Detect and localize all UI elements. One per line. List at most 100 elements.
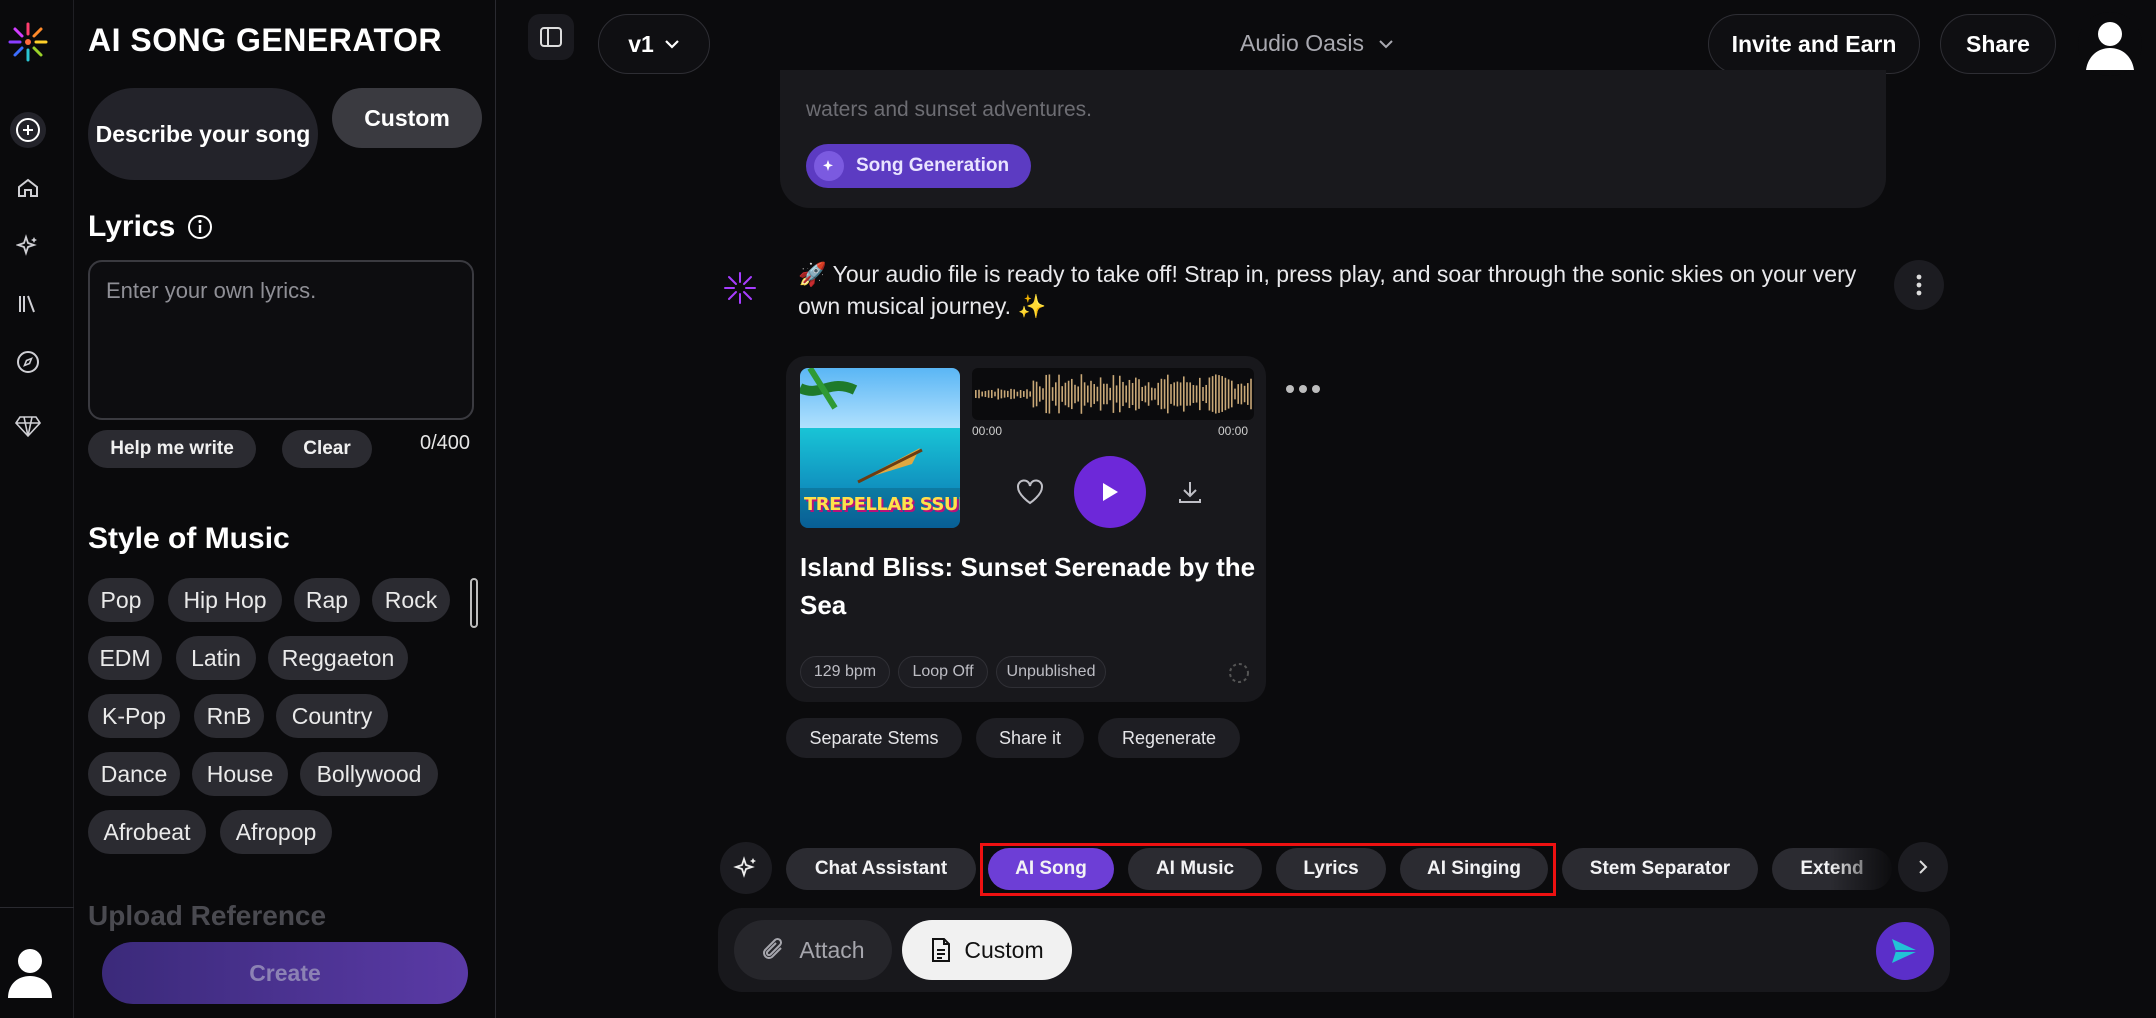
waveform-bar bbox=[1243, 385, 1246, 403]
invite-earn-button[interactable]: Invite and Earn bbox=[1708, 14, 1920, 74]
tool-stem-separator[interactable]: Stem Separator bbox=[1562, 848, 1758, 890]
tool-chat-assistant[interactable]: Chat Assistant bbox=[786, 848, 976, 890]
style-chip[interactable]: Dance bbox=[88, 752, 180, 796]
waveform-bar bbox=[1205, 384, 1207, 404]
bpm-tag: 129 bpm bbox=[800, 656, 890, 688]
waveform-bar bbox=[1202, 387, 1204, 401]
premium-diamond-icon[interactable] bbox=[10, 408, 46, 444]
waveform-bar bbox=[1199, 377, 1201, 411]
waveform-bar bbox=[997, 388, 999, 400]
conversation-title-dropdown[interactable]: Audio Oasis bbox=[1240, 30, 1394, 57]
highlight-box bbox=[980, 843, 1556, 896]
share-button[interactable]: Share bbox=[1940, 14, 2056, 74]
style-chip[interactable]: Pop bbox=[88, 578, 154, 622]
song-title[interactable]: Island Bliss: Sunset Serenade by the Sea bbox=[800, 548, 1260, 624]
waveform-bar bbox=[1237, 384, 1239, 404]
download-icon bbox=[1179, 482, 1201, 503]
waveform-bar bbox=[1163, 379, 1166, 409]
play-button[interactable] bbox=[1074, 456, 1146, 528]
style-list-scrollbar[interactable] bbox=[470, 578, 478, 628]
waveform-bar bbox=[1035, 381, 1038, 407]
waveform-bar bbox=[1192, 385, 1195, 403]
song-generation-chip[interactable]: Song Generation bbox=[806, 144, 1032, 188]
send-button[interactable] bbox=[1876, 922, 1934, 980]
attach-button[interactable]: Attach bbox=[734, 920, 892, 980]
song-more-options-button[interactable] bbox=[1286, 374, 1326, 404]
sparkle-icon bbox=[814, 151, 844, 181]
style-chip[interactable]: Rock bbox=[372, 578, 450, 622]
waveform-bar bbox=[1000, 389, 1003, 399]
style-chip[interactable]: Latin bbox=[176, 636, 256, 680]
create-button[interactable]: Create bbox=[102, 942, 468, 1004]
regenerate-button[interactable]: Regenerate bbox=[1098, 718, 1240, 758]
style-chip[interactable]: Country bbox=[276, 694, 388, 738]
logo-icon[interactable] bbox=[6, 20, 50, 64]
custom-mode-button[interactable]: Custom bbox=[902, 920, 1072, 980]
home-icon[interactable] bbox=[10, 170, 46, 206]
waveform-bar bbox=[1170, 384, 1172, 404]
waveform-bar bbox=[1183, 376, 1185, 412]
separate-stems-button[interactable]: Separate Stems bbox=[786, 718, 962, 758]
waveform-bar bbox=[1007, 390, 1009, 398]
audio-waveform[interactable] bbox=[972, 368, 1254, 420]
help-me-write-button[interactable]: Help me write bbox=[88, 430, 256, 468]
waveform-bar bbox=[1016, 391, 1019, 397]
tab-describe-song[interactable]: Describe your song bbox=[88, 88, 318, 180]
waveform-bar bbox=[1119, 375, 1121, 413]
message-composer[interactable]: Attach Custom bbox=[718, 908, 1950, 992]
waveform-bar bbox=[1029, 391, 1031, 397]
cover-text: TREPELLAB SSUNG bbox=[804, 494, 960, 515]
waveform-bar bbox=[1083, 382, 1086, 406]
download-button[interactable] bbox=[1170, 456, 1210, 528]
version-selector[interactable]: v1 bbox=[598, 14, 710, 74]
lyrics-title: Lyrics bbox=[88, 210, 176, 243]
share-it-button[interactable]: Share it bbox=[976, 718, 1084, 758]
explore-compass-icon[interactable] bbox=[10, 344, 46, 380]
waveform-bar bbox=[1138, 379, 1140, 409]
loop-tag[interactable]: Loop Off bbox=[898, 656, 988, 688]
dot bbox=[1312, 385, 1320, 393]
waveform-bar bbox=[1087, 385, 1089, 403]
waveform-bar bbox=[1080, 374, 1083, 414]
library-icon[interactable] bbox=[10, 286, 46, 322]
profile-avatar-icon[interactable] bbox=[6, 946, 54, 998]
send-icon bbox=[1892, 939, 1918, 963]
tools-next-button[interactable] bbox=[1898, 842, 1948, 892]
style-chip[interactable]: Rap bbox=[294, 578, 360, 622]
time-total: 00:00 bbox=[1218, 424, 1249, 438]
info-icon[interactable] bbox=[187, 214, 213, 240]
style-chip[interactable]: Hip Hop bbox=[168, 578, 282, 622]
new-chat-icon[interactable] bbox=[10, 112, 46, 148]
sidebar-panel-icon bbox=[540, 27, 562, 47]
app-root: AI SONG GENERATOR Describe your song Cus… bbox=[0, 0, 2156, 1018]
waveform-bar bbox=[1010, 388, 1012, 400]
like-button[interactable] bbox=[1010, 456, 1050, 528]
song-cover-image[interactable]: TREPELLAB SSUNG bbox=[800, 368, 960, 528]
tab-custom[interactable]: Custom bbox=[332, 88, 482, 148]
waveform-bar bbox=[1240, 383, 1243, 405]
style-chip[interactable]: Reggaeton bbox=[268, 636, 408, 680]
sparkles-icon[interactable] bbox=[10, 228, 46, 264]
waveform-bar bbox=[1215, 374, 1217, 414]
waveform-bar bbox=[994, 391, 996, 397]
style-chip[interactable]: Bollywood bbox=[300, 752, 438, 796]
style-chip[interactable]: EDM bbox=[88, 636, 162, 680]
publish-status-tag[interactable]: Unpublished bbox=[996, 656, 1106, 688]
user-avatar-icon[interactable] bbox=[2078, 12, 2142, 76]
message-more-button[interactable] bbox=[1894, 260, 1944, 310]
rail-divider bbox=[0, 907, 74, 908]
lyrics-input[interactable] bbox=[88, 260, 474, 420]
song-result-card: TREPELLAB SSUNG 00:00 00:00 Island Bliss… bbox=[786, 356, 1266, 702]
waveform-bar bbox=[1218, 375, 1220, 413]
toggle-sidebar-button[interactable] bbox=[528, 14, 574, 60]
style-chip[interactable]: K-Pop bbox=[88, 694, 180, 738]
waveform-bar bbox=[1112, 375, 1115, 413]
tools-sparkle-button[interactable] bbox=[720, 842, 772, 894]
style-chip[interactable]: RnB bbox=[194, 694, 264, 738]
waveform-bar bbox=[1211, 376, 1214, 412]
style-chip[interactable]: Afropop bbox=[220, 810, 332, 854]
sparkles-icon bbox=[733, 856, 756, 878]
style-chip[interactable]: House bbox=[192, 752, 288, 796]
style-chip[interactable]: Afrobeat bbox=[88, 810, 206, 854]
clear-lyrics-button[interactable]: Clear bbox=[282, 430, 372, 468]
